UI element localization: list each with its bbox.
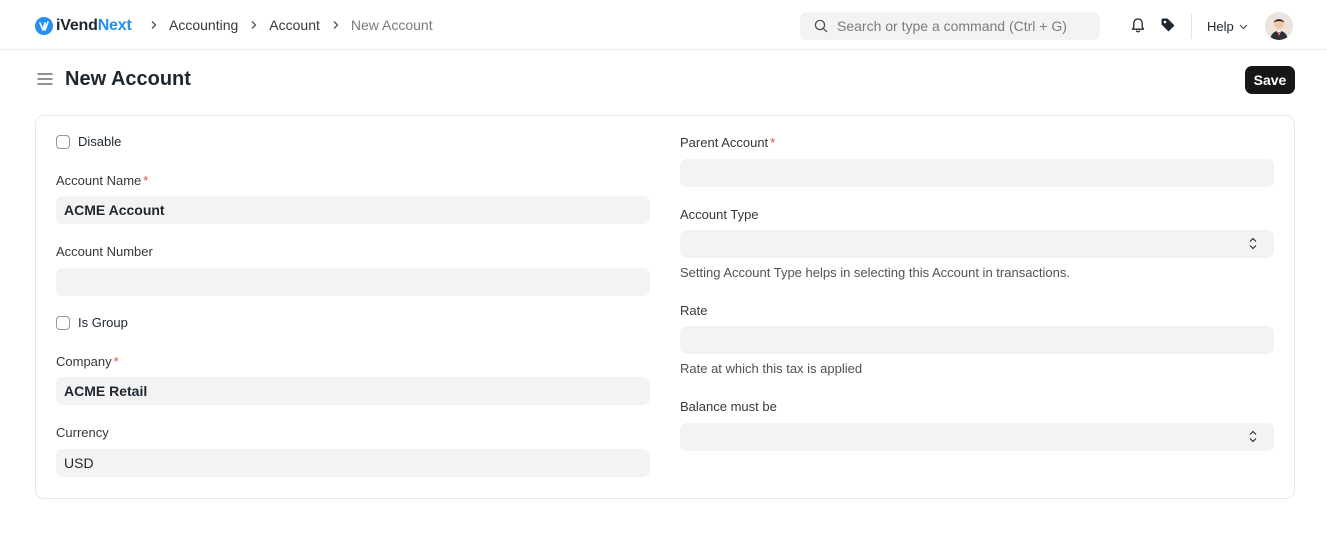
breadcrumb-new-account: New Account — [350, 17, 433, 33]
disable-label: Disable — [78, 134, 122, 149]
currency-field[interactable]: USD — [56, 449, 650, 477]
chevron-right-icon — [250, 20, 258, 30]
required-marker: * — [113, 354, 119, 369]
chevron-right-icon — [332, 20, 340, 30]
chevron-down-icon — [1234, 24, 1248, 30]
account-type-hint: Setting Account Type helps in selecting … — [680, 265, 1070, 280]
required-marker: * — [770, 135, 776, 150]
disable-checkbox[interactable] — [56, 134, 70, 149]
account-name-field[interactable]: ACME Account — [56, 196, 650, 224]
company-field[interactable]: ACME Retail — [56, 377, 650, 405]
balance-must-be-select[interactable] — [680, 423, 1274, 451]
tag-icon[interactable] — [1160, 17, 1176, 33]
is-group-checkbox-row[interactable]: Is Group — [56, 315, 128, 330]
menu-icon[interactable] — [37, 72, 53, 86]
bell-icon[interactable] — [1130, 17, 1146, 34]
help-dropdown[interactable]: Help — [1207, 19, 1248, 34]
search-icon — [814, 19, 828, 33]
account-type-select[interactable] — [680, 230, 1274, 258]
rate-hint: Rate at which this tax is applied — [680, 361, 863, 376]
user-avatar[interactable] — [1265, 12, 1293, 40]
currency-label: Currency — [56, 425, 109, 440]
disable-checkbox-row[interactable]: Disable — [56, 134, 121, 149]
breadcrumb-account[interactable]: Account — [269, 17, 320, 33]
page-title: New Account — [65, 68, 191, 90]
rate-label: Rate — [680, 303, 708, 318]
chevron-right-icon — [150, 20, 158, 30]
balance-must-be-label: Balance must be — [680, 399, 777, 414]
rate-field[interactable] — [680, 326, 1274, 354]
help-label: Help — [1207, 19, 1234, 34]
logo-icon — [35, 17, 53, 35]
account-number-field[interactable] — [56, 268, 650, 296]
select-arrows-icon — [1249, 237, 1257, 250]
is-group-label: Is Group — [78, 315, 128, 330]
search-placeholder: Search or type a command (Ctrl + G) — [837, 18, 1067, 34]
navbar: iVendNext Accounting Account New Account… — [0, 0, 1327, 50]
breadcrumb: Accounting Account New Account — [150, 17, 445, 33]
brand-name: iVendNext — [56, 17, 132, 34]
parent-account-label: Parent Account * — [680, 135, 776, 150]
required-marker: * — [143, 173, 149, 188]
account-type-label: Account Type — [680, 207, 759, 222]
brand-logo[interactable]: iVendNext — [35, 16, 132, 36]
navbar-divider — [1191, 13, 1192, 39]
breadcrumb-accounting[interactable]: Accounting — [169, 17, 238, 33]
select-arrows-icon — [1249, 430, 1257, 443]
account-number-label: Account Number — [56, 244, 153, 259]
company-label: Company * — [56, 354, 119, 369]
parent-account-field[interactable] — [680, 159, 1274, 187]
form-card: Disable Account Name * ACME Account Accou… — [35, 115, 1295, 499]
is-group-checkbox[interactable] — [56, 315, 70, 330]
search-input[interactable]: Search or type a command (Ctrl + G) — [800, 12, 1100, 40]
account-name-label: Account Name * — [56, 173, 149, 188]
save-button[interactable]: Save — [1245, 66, 1295, 94]
